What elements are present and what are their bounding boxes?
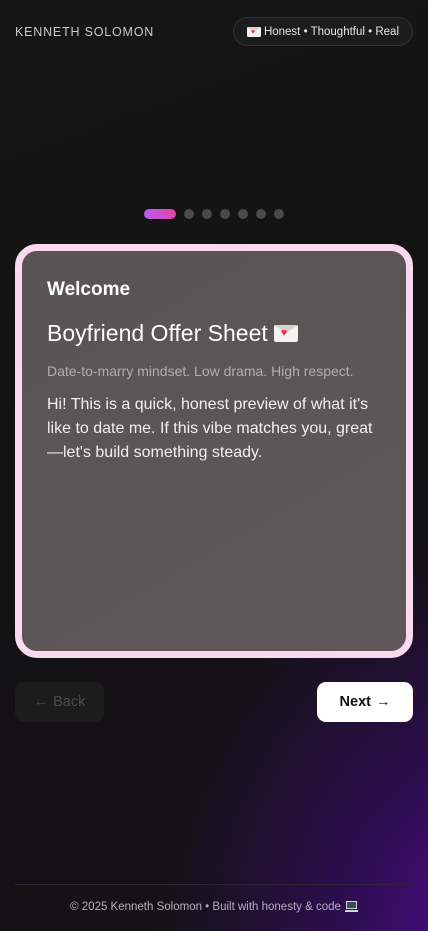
step-progress	[144, 209, 284, 219]
card-title-text: Boyfriend Offer Sheet	[47, 320, 268, 346]
next-button[interactable]: Next →	[317, 682, 413, 722]
back-button[interactable]: ← Back	[15, 682, 104, 722]
back-button-label: Back	[53, 694, 86, 710]
progress-dot[interactable]	[220, 209, 230, 219]
footer: © 2025 Kenneth Solomon • Built with hone…	[0, 901, 428, 913]
arrow-right-icon: →	[375, 694, 391, 710]
card-title: Boyfriend Offer Sheet ♥	[47, 320, 298, 347]
footer-text: © 2025 Kenneth Solomon • Built with hone…	[70, 901, 341, 913]
tagline-text: Honest • Thoughtful • Real	[263, 25, 399, 38]
progress-dot[interactable]	[202, 209, 212, 219]
brand-name: KENNETH SOLOMON	[15, 25, 155, 39]
progress-dot-active[interactable]	[144, 209, 176, 219]
card-body: Hi! This is a quick, honest preview of w…	[47, 396, 373, 461]
card-label: Welcome	[47, 279, 131, 300]
progress-dot[interactable]	[184, 209, 194, 219]
laptop-icon	[344, 901, 358, 913]
footer-divider	[15, 884, 413, 885]
progress-dot[interactable]	[256, 209, 266, 219]
love-letter-icon: ♥	[246, 26, 261, 37]
tagline-pill: ♥ Honest • Thoughtful • Real	[232, 17, 413, 46]
progress-dot[interactable]	[238, 209, 248, 219]
love-letter-icon: ♥	[273, 325, 298, 342]
next-button-label: Next	[339, 694, 371, 710]
progress-dot[interactable]	[274, 209, 284, 219]
welcome-card: Welcome Boyfriend Offer Sheet ♥ Date-to-…	[15, 244, 413, 658]
card-subtitle: Date-to-marry mindset. Low drama. High r…	[47, 363, 354, 379]
arrow-left-icon: ←	[33, 694, 49, 710]
